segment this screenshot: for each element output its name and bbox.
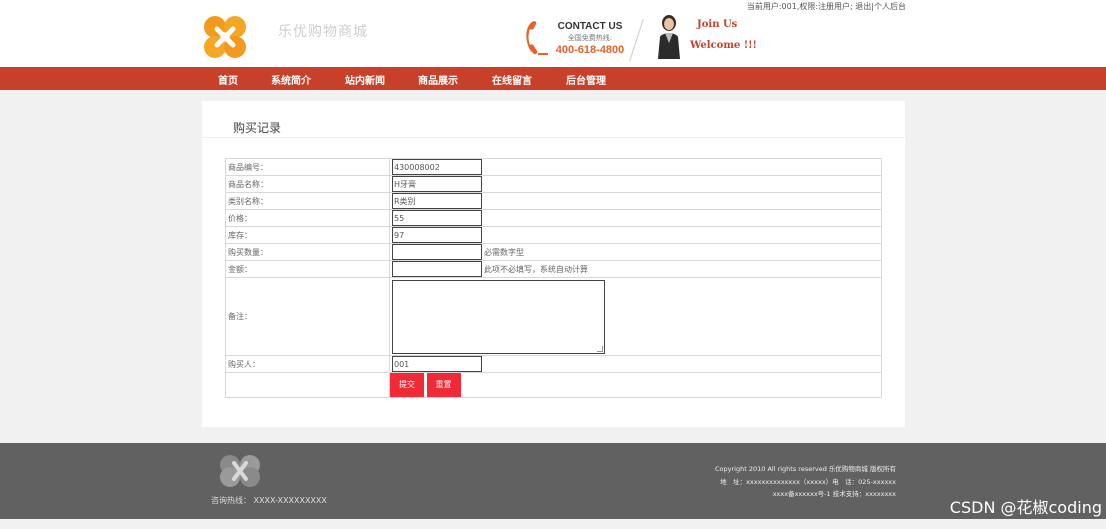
csdn-watermark: CSDN @花椒coding — [949, 498, 1102, 517]
product-name-label: 商品名称： — [225, 175, 390, 193]
user-info-bar: 当前用户:001,权限:注册用户; 退出|个人后台 — [746, 2, 906, 11]
quantity-field[interactable] — [392, 244, 482, 260]
nav-item-about[interactable]: 系统简介 — [271, 72, 311, 87]
resize-grip-icon[interactable] — [597, 345, 603, 352]
contact-title: CONTACT US — [557, 21, 623, 32]
form-row: 价格： 55 — [225, 209, 882, 227]
nav-item-guestbook[interactable]: 在线留言 — [492, 72, 532, 87]
amount-label: 金额： — [225, 260, 390, 278]
contact-subtitle: 全国免费热线: — [567, 34, 613, 42]
remark-label: 备注： — [225, 277, 390, 356]
category-field[interactable]: R类别 — [392, 193, 482, 209]
header-divider — [629, 18, 644, 62]
form-row: 购买人： 001 — [225, 355, 882, 373]
buyer-field[interactable]: 001 — [392, 356, 482, 372]
form-row: 商品编号： 430008002 — [225, 158, 882, 176]
user-info-text: 当前用户:001,权限:注册用户; — [746, 2, 853, 11]
contact-block: CONTACT US 全国免费热线: 400-618-4800 — [554, 21, 626, 56]
personal-backend-link[interactable]: 个人后台 — [874, 2, 906, 11]
logout-link[interactable]: 退出 — [855, 2, 871, 11]
form-row: 商品名称： H牙膏 — [225, 175, 882, 193]
footer-copyright: Copyright 2010 All rights reserved 乐优购物商… — [715, 465, 896, 473]
site-logo-icon[interactable] — [203, 15, 247, 59]
welcome-text: Welcome !!! — [690, 40, 757, 51]
nav-item-admin[interactable]: 后台管理 — [566, 72, 606, 87]
nav-item-products[interactable]: 商品展示 — [418, 72, 458, 87]
site-footer: 咨询热线： XXXX-XXXXXXXXX Copyright 2010 All … — [0, 443, 1106, 519]
product-id-field[interactable]: 430008002 — [392, 159, 482, 175]
purchase-form: 商品编号： 430008002 商品名称： H牙膏 类别名称： R类别 价格： … — [225, 158, 882, 398]
buyer-label: 购买人： — [225, 355, 390, 373]
amount-hint: 此项不必填写，系统自动计算 — [484, 264, 588, 274]
contact-phone: 400-618-4800 — [555, 44, 625, 56]
product-name-field[interactable]: H牙膏 — [392, 176, 482, 192]
form-row: 备注： — [225, 277, 882, 356]
join-us-text: Join Us — [697, 19, 738, 30]
form-row: 购买数量： 必需数字型 — [225, 243, 882, 261]
site-name: 乐优购物商城 — [278, 24, 368, 40]
site-header: 当前用户:001,权限:注册用户; 退出|个人后台 乐优购物商城 CONTACT… — [0, 0, 1106, 67]
category-label: 类别名称： — [225, 192, 390, 210]
footer-hotline: 咨询热线： XXXX-XXXXXXXXX — [211, 496, 327, 505]
product-id-label: 商品编号： — [225, 158, 390, 176]
footer-logo-icon — [220, 455, 260, 487]
footer-address: 地 址：xxxxxxxxxxxxxx（xxxxx）电 话：025-xxxxxx — [720, 477, 896, 486]
form-row: 提交 重置 — [225, 372, 882, 398]
form-row: 金额： 此项不必填写，系统自动计算 — [225, 260, 882, 278]
purchase-record-panel: 购买记录 商品编号： 430008002 商品名称： H牙膏 类别名称： R类别… — [202, 101, 905, 427]
price-label: 价格： — [225, 209, 390, 227]
nav-item-home[interactable]: 首页 — [218, 72, 238, 87]
quantity-hint: 必需数字型 — [484, 247, 524, 257]
nav-item-news[interactable]: 站内新闻 — [345, 72, 385, 87]
stock-label: 库存： — [225, 226, 390, 244]
page-title: 购买记录 — [233, 121, 282, 135]
form-row: 库存： 97 — [225, 226, 882, 244]
phone-icon — [526, 21, 548, 55]
reset-button[interactable]: 重置 — [426, 373, 461, 397]
footer-info: Copyright 2010 All rights reserved 乐优购物商… — [715, 463, 896, 501]
price-field[interactable]: 55 — [392, 210, 482, 226]
welcome-person-image — [658, 15, 680, 59]
footer-icp: xxxx备xxxxxx号-1 技术支持：xxxxxxxx — [772, 490, 896, 498]
quantity-label: 购买数量： — [225, 243, 390, 261]
form-row: 类别名称： R类别 — [225, 192, 882, 210]
title-divider — [202, 137, 905, 138]
submit-button[interactable]: 提交 — [390, 373, 424, 397]
remark-textarea[interactable] — [392, 279, 605, 354]
main-nav: 首页 系统简介 站内新闻 商品展示 在线留言 后台管理 — [0, 67, 1106, 90]
stock-field[interactable]: 97 — [392, 227, 482, 243]
amount-field[interactable] — [392, 261, 482, 277]
bottom-strip — [0, 519, 1106, 529]
